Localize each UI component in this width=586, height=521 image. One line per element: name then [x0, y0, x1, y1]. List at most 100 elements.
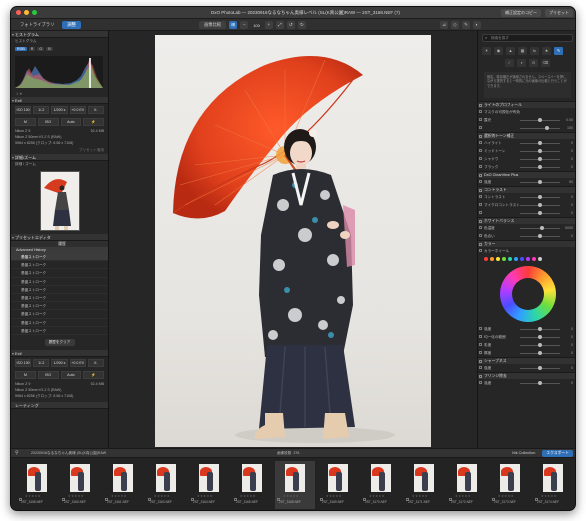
zoom-out-icon[interactable]: − — [240, 21, 249, 29]
slider-knob[interactable] — [538, 195, 542, 199]
search-input[interactable]: ⌕ 検索を探す — [482, 34, 573, 42]
light-palette-icon[interactable]: ☀ — [482, 47, 491, 55]
rating-stars[interactable]: ★★★★★ — [283, 494, 299, 498]
adjust-value[interactable]: 0 — [571, 139, 573, 147]
rating-stars[interactable]: ★★★★★ — [498, 494, 514, 498]
rating-stars[interactable]: ★★★★★ — [197, 494, 213, 498]
adjust-slider[interactable] — [520, 351, 560, 355]
adjust-value[interactable]: 0 — [571, 155, 573, 163]
geometry-palette-icon[interactable]: ▦ — [518, 47, 527, 55]
local-adjust-icon[interactable]: ◐ — [473, 21, 481, 29]
adjust-value[interactable]: 0 — [571, 341, 573, 349]
adjust-slider-row[interactable]: ブラック 0 — [478, 163, 575, 171]
rating-stars[interactable]: ★★★★★ — [412, 494, 428, 498]
filmstrip-thumbnail[interactable]: ★★★★★ 2ST_3160.NEF — [60, 461, 100, 509]
adjust-slider-row[interactable]: 彩度 0 — [478, 341, 575, 349]
histogram-header[interactable]: ▾ ヒストグラム — [11, 31, 108, 38]
adjust-value[interactable]: 0 — [571, 349, 573, 357]
enable-checkbox[interactable] — [479, 243, 482, 246]
enable-checkbox[interactable] — [479, 104, 482, 107]
adjust-slider-row[interactable]: マスクの可視化が有効 — [478, 108, 575, 116]
adjust-slider[interactable] — [520, 165, 560, 169]
adjust-value[interactable]: 0 — [571, 379, 573, 387]
color-palette-icon[interactable]: ◉ — [494, 47, 503, 55]
enable-checkbox[interactable] — [479, 234, 482, 237]
adjust-slider[interactable] — [520, 149, 560, 153]
history-item[interactable]: 基盤ストローク — [11, 286, 108, 294]
enable-checkbox[interactable] — [479, 189, 482, 192]
rating-stars[interactable]: ★★★★★ — [240, 494, 256, 498]
gradient-icon[interactable]: ◑ — [517, 59, 526, 67]
rating-header[interactable]: レーティング — [11, 401, 108, 409]
enable-checkbox[interactable] — [479, 375, 482, 378]
adjust-section-header[interactable]: コントラスト — [478, 186, 575, 193]
adjust-slider[interactable] — [520, 335, 560, 339]
adjust-slider-row[interactable]: 強度 0 — [478, 364, 575, 372]
adjust-slider[interactable] — [520, 366, 560, 370]
rating-stars[interactable]: ★★★★★ — [326, 494, 342, 498]
enable-checkbox[interactable] — [479, 327, 482, 330]
color-swatch[interactable] — [538, 257, 542, 261]
enable-checkbox[interactable] — [479, 351, 482, 354]
repair-icon[interactable]: ✎ — [462, 21, 470, 29]
slider-knob[interactable] — [538, 327, 542, 331]
slider-knob[interactable] — [538, 157, 542, 161]
enable-checkbox[interactable] — [479, 157, 482, 160]
main-photo[interactable] — [155, 35, 431, 447]
adjust-slider[interactable] — [520, 141, 560, 145]
slider-knob[interactable] — [538, 381, 542, 385]
adjust-section-header[interactable]: ホワイトバランス — [478, 217, 575, 224]
color-swatch[interactable] — [514, 257, 518, 261]
rating-stars[interactable]: ★★★★★ — [455, 494, 471, 498]
export-button[interactable]: エクスポート — [542, 450, 573, 457]
adjust-slider[interactable] — [520, 327, 560, 331]
channel-rgb[interactable]: RGB — [15, 47, 27, 51]
slider-knob[interactable] — [538, 351, 542, 355]
color-swatch[interactable] — [502, 257, 506, 261]
color-swatch[interactable] — [484, 257, 488, 261]
filmstrip-thumbnail[interactable]: ★★★★★ 2ST_3168.NEF — [275, 461, 315, 509]
enable-checkbox[interactable] — [479, 249, 482, 252]
adjust-value[interactable]: 0 — [571, 163, 573, 171]
slider-knob[interactable] — [538, 366, 542, 370]
enable-checkbox[interactable] — [479, 180, 482, 183]
adjust-value[interactable]: 0.00 — [566, 116, 573, 124]
slider-knob[interactable] — [538, 335, 542, 339]
color-swatch[interactable] — [520, 257, 524, 261]
rating-stars[interactable]: ★★★★★ — [154, 494, 170, 498]
adjust-slider-row[interactable]: 輝度 0 — [478, 349, 575, 357]
history-item[interactable]: 基盤ストローク — [11, 310, 108, 319]
eraser-icon[interactable]: ⌫ — [541, 59, 550, 67]
enable-checkbox[interactable] — [479, 343, 482, 346]
history-item[interactable]: 基盤ストローク — [11, 327, 108, 335]
adjust-slider[interactable] — [520, 226, 560, 230]
filmstrip-thumbnail[interactable]: ★★★★★ 2ST_3173.NEF — [490, 461, 530, 509]
preset-editor-header[interactable]: ▾ プリセットエディタ — [11, 234, 108, 241]
crop-tool-icon[interactable]: ⊞ — [229, 21, 238, 29]
adjust-section-header[interactable]: 選択的トーン補正 — [478, 132, 575, 139]
adjust-section-header[interactable]: フリンジ除去 — [478, 372, 575, 379]
zoom-in-icon[interactable]: + — [264, 21, 273, 29]
color-swatch[interactable] — [508, 257, 512, 261]
enable-checkbox[interactable] — [479, 220, 482, 223]
adjust-section-header[interactable]: DxO ClearView Plus — [478, 171, 575, 178]
local-palette-icon[interactable]: ✎ — [554, 47, 563, 55]
adjust-slider-row[interactable]: ハイライト 0 — [478, 139, 575, 147]
brush-icon[interactable]: ∕ — [505, 59, 514, 67]
enable-checkbox[interactable] — [479, 110, 482, 113]
filmstrip-thumbnail[interactable]: ★★★★★ 2ST_3165.NEF — [232, 461, 272, 509]
filmstrip-thumbnail[interactable]: ★★★★★ 2ST_3164.NEF — [189, 461, 229, 509]
adjust-value[interactable]: 100 — [567, 124, 573, 132]
adjust-slider-row[interactable]: 強度 0 — [478, 379, 575, 387]
copy-settings-button[interactable]: 補正設定のコピー — [501, 9, 541, 17]
history-item[interactable]: 基盤ストローク — [11, 269, 108, 278]
nik-collection-button[interactable]: Nik Collection — [508, 450, 539, 457]
enable-checkbox[interactable] — [479, 165, 482, 168]
slider-knob[interactable] — [538, 165, 542, 169]
rating-stars[interactable]: ★★★★★ — [25, 494, 41, 498]
slider-knob[interactable] — [538, 180, 542, 184]
adjust-slider-row[interactable]: 100 — [478, 124, 575, 132]
filmstrip-thumbnail[interactable]: ★★★★★ 2ST_3172.NEF — [447, 461, 487, 509]
rating-stars[interactable]: ★★★★★ — [68, 494, 84, 498]
adjust-slider-row[interactable]: 色合い 0 — [478, 232, 575, 240]
